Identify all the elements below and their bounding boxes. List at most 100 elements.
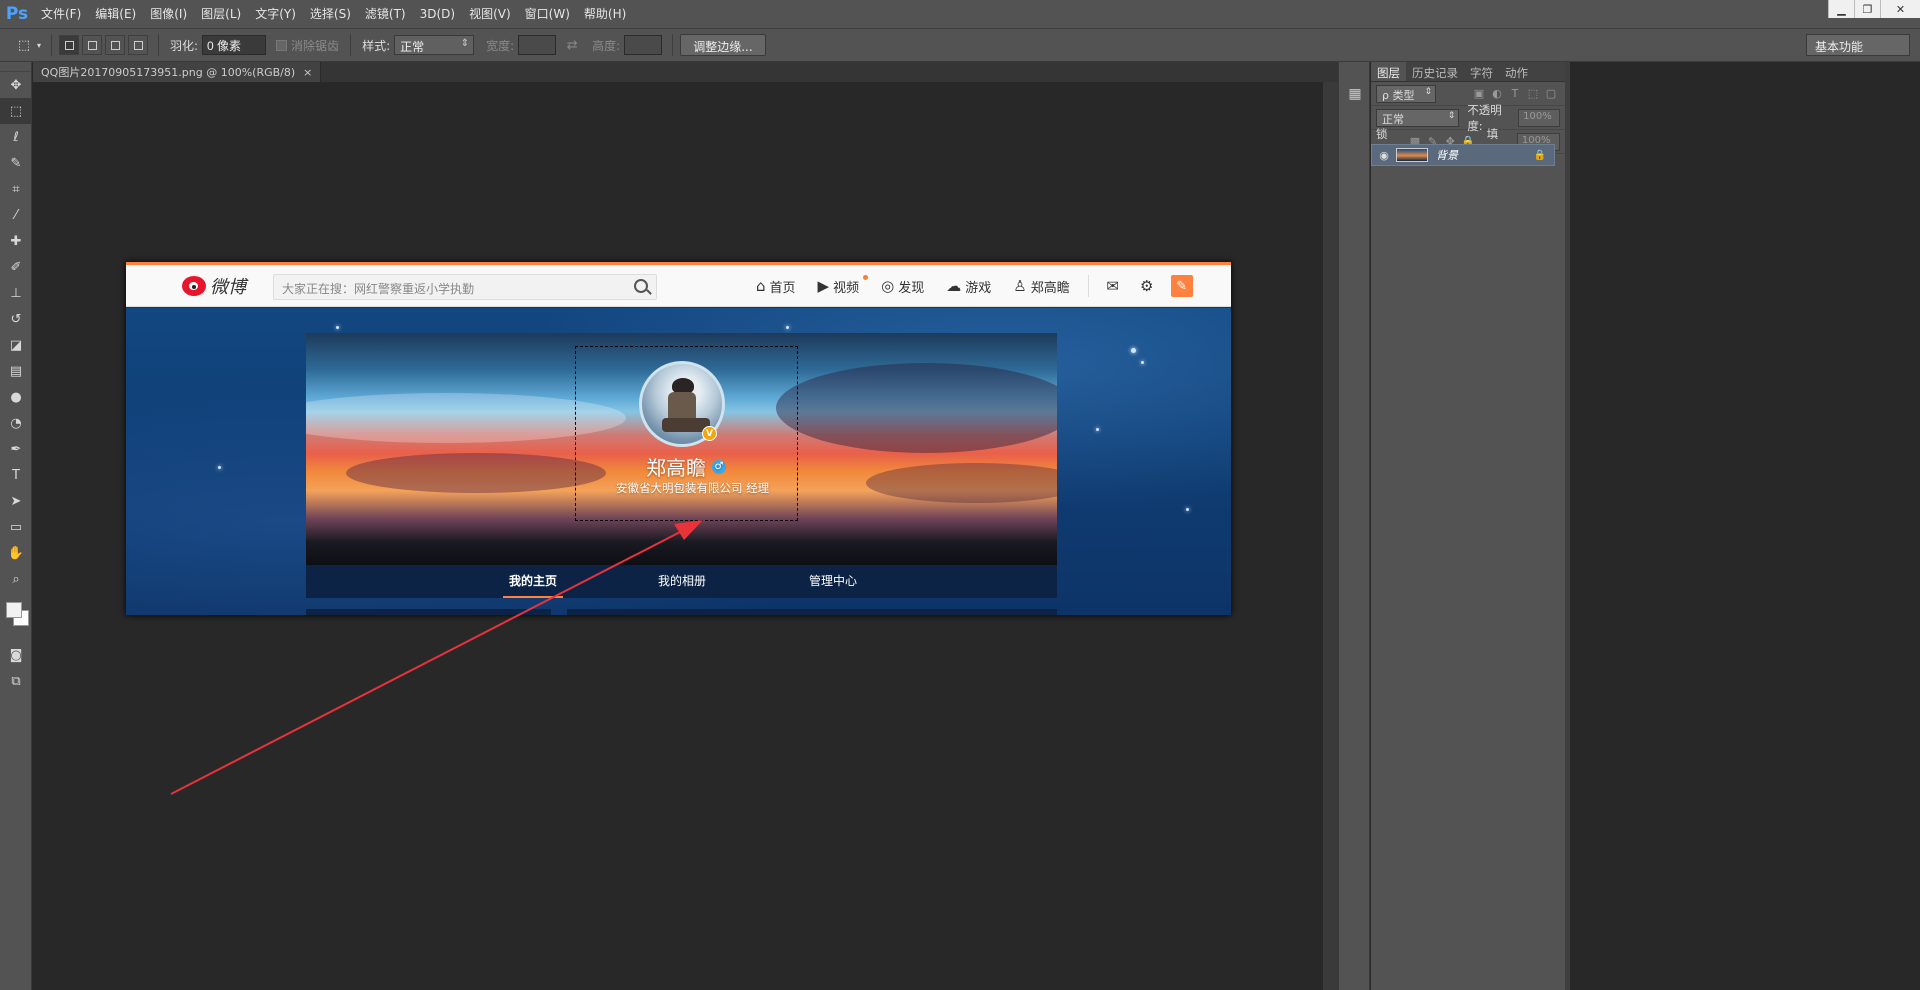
weibo-nav-games-label: 游戏 bbox=[965, 280, 992, 296]
tab-actions[interactable]: 动作 bbox=[1499, 62, 1534, 81]
menu-window[interactable]: 窗口(W) bbox=[518, 0, 577, 28]
intersect-selection-button[interactable] bbox=[128, 35, 148, 55]
refine-edge-button[interactable]: 调整边缘... bbox=[680, 34, 766, 56]
antialias-checkbox[interactable] bbox=[276, 39, 288, 51]
selection-marquee[interactable] bbox=[575, 346, 798, 521]
properties-panel-icon[interactable]: ▦ bbox=[1339, 80, 1371, 108]
compass-icon: ◎ bbox=[881, 277, 895, 295]
width-input[interactable] bbox=[518, 35, 557, 55]
menu-image[interactable]: 图像(I) bbox=[143, 0, 194, 28]
feather-input[interactable] bbox=[202, 35, 267, 55]
workspace-select[interactable]: 基本功能 bbox=[1806, 34, 1910, 56]
menu-help[interactable]: 帮助(H) bbox=[577, 0, 633, 28]
profile-tab-bar: 我的主页 我的相册 管理中心 bbox=[306, 565, 1057, 598]
minimize-icon[interactable]: ▁ bbox=[1828, 0, 1854, 18]
crop-icon[interactable]: ⌗ bbox=[0, 176, 32, 202]
canvas-image[interactable]: 微博 大家正在搜：网红警察重返小学执勤 ⌂ 首页 ▶ 视频 ◎ 发现 ☁ 游戏 ♙ 郑高瞻… bbox=[126, 262, 1231, 615]
panel-scrollbar[interactable] bbox=[1565, 62, 1570, 990]
add-selection-button[interactable] bbox=[82, 35, 102, 55]
gamepad-icon: ☁ bbox=[946, 277, 962, 295]
pixel-filter-icon[interactable]: ▣ bbox=[1472, 87, 1486, 101]
healing-brush-icon[interactable]: ✚ bbox=[0, 228, 32, 254]
panel-tabs: 图层 历史记录 字符 动作 bbox=[1371, 62, 1565, 82]
weibo-nav-home: ⌂ 首页 bbox=[756, 277, 796, 296]
visibility-eye-icon[interactable]: ◉ bbox=[1372, 149, 1396, 162]
height-input[interactable] bbox=[624, 35, 663, 55]
subtract-selection-button[interactable] bbox=[105, 35, 125, 55]
preset-dropdown-icon[interactable]: ▾ bbox=[34, 35, 44, 55]
weibo-nav-discover-label: 发现 bbox=[898, 280, 925, 296]
photoshop-logo: Ps bbox=[5, 4, 29, 24]
brush-icon[interactable]: ✐ bbox=[0, 254, 32, 280]
weibo-eye-icon bbox=[182, 276, 206, 296]
blur-icon[interactable]: ● bbox=[0, 384, 32, 410]
adjustment-filter-icon[interactable]: ◐ bbox=[1490, 87, 1504, 101]
color-swatches bbox=[0, 592, 32, 642]
search-icon bbox=[634, 279, 648, 293]
tab-my-home: 我的主页 bbox=[503, 565, 564, 598]
layer-lock-icon: 🔒 bbox=[1533, 149, 1546, 161]
document-tab[interactable]: QQ图片20170905173951.png @ 100%(RGB/8) × bbox=[33, 62, 322, 82]
layer-name: 背景 bbox=[1436, 149, 1458, 162]
quick-mask-icon[interactable]: ◙ bbox=[0, 642, 32, 668]
layers-panel: 图层 历史记录 字符 动作 ρ 类型 ▣ ◐ T ⬚ ▢ 正常 不透明度: 10… bbox=[1371, 62, 1570, 990]
menu-3d[interactable]: 3D(D) bbox=[413, 0, 462, 28]
menu-file[interactable]: 文件(F) bbox=[34, 0, 88, 28]
weibo-nav-bar: 微博 大家正在搜：网红警察重返小学执勤 ⌂ 首页 ▶ 视频 ◎ 发现 ☁ 游戏 ♙ 郑高瞻… bbox=[126, 265, 1231, 307]
zoom-icon[interactable]: ⌕ bbox=[0, 566, 32, 592]
feather-label: 羽化: bbox=[170, 38, 199, 53]
blend-mode-select[interactable]: 正常 bbox=[1376, 108, 1460, 127]
menu-layer[interactable]: 图层(L) bbox=[194, 0, 248, 28]
hand-icon[interactable]: ✋ bbox=[0, 540, 32, 566]
rectangle-shape-icon[interactable]: ▭ bbox=[0, 514, 32, 540]
new-selection-button[interactable] bbox=[59, 35, 79, 55]
menu-edit[interactable]: 编辑(E) bbox=[88, 0, 143, 28]
move-tool-icon[interactable]: ✥ bbox=[0, 72, 32, 98]
layer-thumbnail bbox=[1396, 148, 1428, 162]
path-selection-icon[interactable]: ➤ bbox=[0, 488, 32, 514]
weibo-search-input: 大家正在搜：网红警察重返小学执勤 bbox=[273, 274, 657, 300]
eraser-icon[interactable]: ◪ bbox=[0, 332, 32, 358]
dodge-icon[interactable]: ◔ bbox=[0, 410, 32, 436]
gradient-icon[interactable]: ▤ bbox=[0, 358, 32, 384]
collapsed-panel-strip: ▦ bbox=[1338, 62, 1370, 990]
eyedropper-icon[interactable]: ⁄ bbox=[0, 202, 32, 228]
weibo-nav-video: ▶ 视频 bbox=[818, 274, 868, 296]
toolbox-grip[interactable] bbox=[0, 62, 31, 72]
clone-stamp-icon[interactable]: ⊥ bbox=[0, 280, 32, 306]
opacity-input[interactable]: 100% bbox=[1518, 108, 1561, 127]
menu-view[interactable]: 视图(V) bbox=[462, 0, 518, 28]
weibo-logo: 微博 bbox=[182, 273, 246, 299]
lasso-icon[interactable]: ℓ bbox=[0, 124, 32, 150]
close-icon[interactable]: ✕ bbox=[1880, 0, 1920, 18]
restore-icon[interactable]: ❐ bbox=[1854, 0, 1880, 18]
menu-type[interactable]: 文字(Y) bbox=[248, 0, 303, 28]
layer-kind-filter[interactable]: ρ 类型 bbox=[1376, 84, 1436, 103]
type-filter-icon[interactable]: T bbox=[1508, 87, 1522, 101]
vertical-scrollbar[interactable] bbox=[1323, 82, 1338, 990]
type-tool-icon[interactable]: T bbox=[0, 462, 32, 488]
rectangular-marquee-icon[interactable]: ⬚ bbox=[0, 98, 32, 124]
screen-mode-icon[interactable]: ⧉ bbox=[0, 668, 32, 694]
menu-select[interactable]: 选择(S) bbox=[303, 0, 358, 28]
tab-history[interactable]: 历史记录 bbox=[1406, 62, 1464, 81]
home-icon: ⌂ bbox=[756, 277, 766, 295]
foreground-color-swatch[interactable] bbox=[6, 602, 22, 618]
marquee-preset-icon[interactable]: ⬚ bbox=[14, 35, 34, 55]
history-brush-icon[interactable]: ↺ bbox=[0, 306, 32, 332]
layer-row-background[interactable]: ◉ 背景 🔒 bbox=[1371, 144, 1555, 166]
pen-icon[interactable]: ✒ bbox=[0, 436, 32, 462]
weibo-nav-home-label: 首页 bbox=[769, 280, 796, 296]
style-select[interactable]: 正常 bbox=[394, 35, 475, 55]
swap-dimensions-icon[interactable]: ⇄ bbox=[562, 35, 582, 55]
quick-selection-icon[interactable]: ✎ bbox=[0, 150, 32, 176]
close-tab-icon[interactable]: × bbox=[303, 66, 312, 79]
tab-layers[interactable]: 图层 bbox=[1371, 62, 1406, 81]
menu-filter[interactable]: 滤镜(T) bbox=[358, 0, 413, 28]
shape-filter-icon[interactable]: ⬚ bbox=[1526, 87, 1540, 101]
document-area: QQ图片20170905173951.png @ 100%(RGB/8) × 微… bbox=[33, 62, 1338, 990]
smart-object-filter-icon[interactable]: ▢ bbox=[1544, 87, 1558, 101]
width-label: 宽度: bbox=[486, 38, 515, 53]
tab-character[interactable]: 字符 bbox=[1464, 62, 1499, 81]
toolbox: ✥ ⬚ ℓ ✎ ⌗ ⁄ ✚ ✐ ⊥ ↺ ◪ ▤ ● ◔ ✒ T ➤ ▭ ✋ ⌕ … bbox=[0, 62, 32, 990]
